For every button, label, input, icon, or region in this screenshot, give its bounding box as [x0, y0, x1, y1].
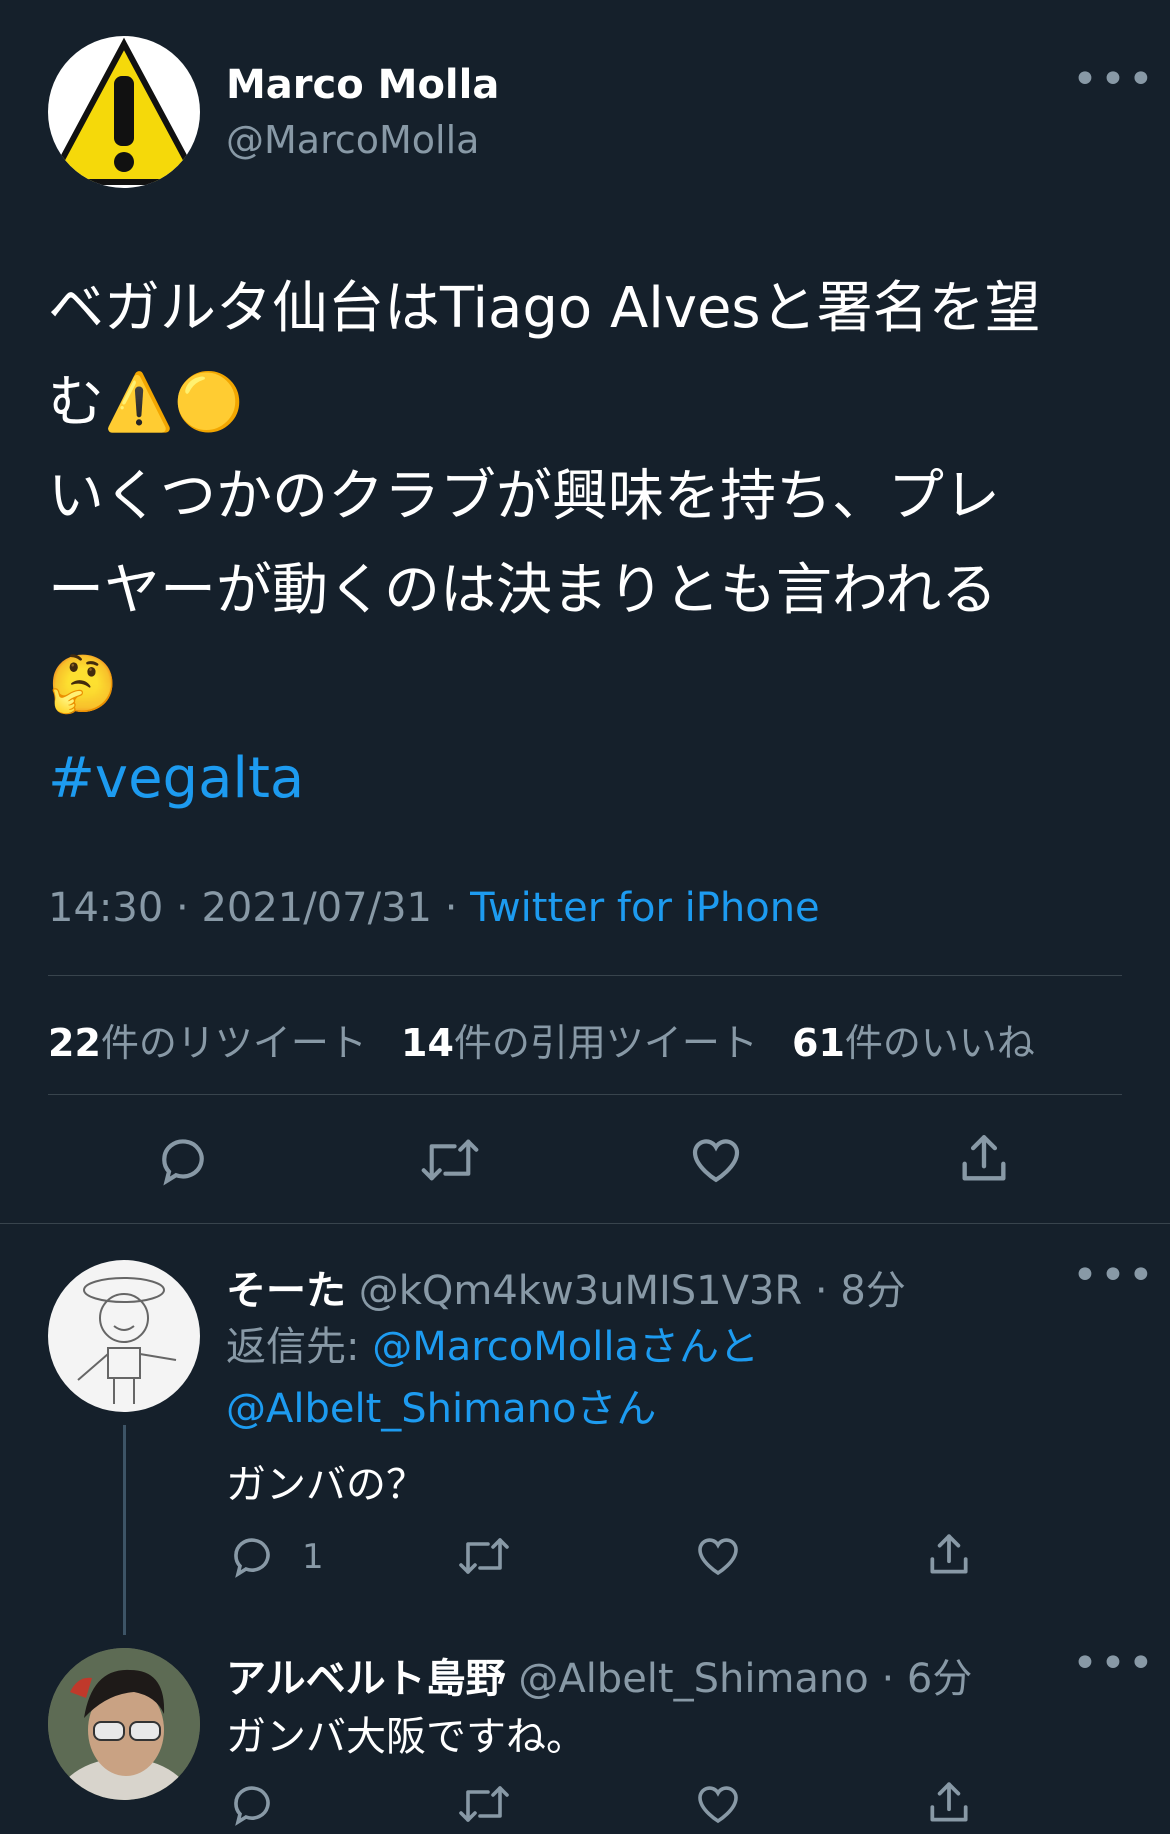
- divider: [48, 975, 1122, 976]
- thread-line: [123, 1425, 126, 1635]
- tweet-time: 14:30: [48, 885, 164, 931]
- author-handle[interactable]: @MarcoMolla: [226, 118, 479, 162]
- likes-stat[interactable]: 61件のいいね: [792, 1021, 1035, 1065]
- retweet-icon[interactable]: [456, 1780, 512, 1828]
- divider: [48, 1094, 1122, 1095]
- reply-icon[interactable]: [155, 1132, 211, 1188]
- reply-author-handle[interactable]: @Albelt_Shimano: [518, 1656, 868, 1702]
- retweet-icon[interactable]: [418, 1132, 482, 1188]
- tweet-source-link[interactable]: Twitter for iPhone: [470, 885, 820, 931]
- reply-header: アルベルト島野 @Albelt_Shimano · 6分: [226, 1646, 972, 1704]
- share-icon[interactable]: [955, 1130, 1013, 1188]
- reply-author-name[interactable]: アルベルト島野: [226, 1656, 506, 1702]
- more-options-icon[interactable]: •••: [1072, 58, 1156, 102]
- tweet-text: ベガルタ仙台はTiago Alvesと署名を望 む⚠️🟡 いくつかのクラブが興味…: [48, 262, 1138, 826]
- tweet-text-line: ーヤーが動くのは決まりとも言われる: [48, 558, 998, 623]
- like-icon[interactable]: [694, 1780, 742, 1828]
- hashtag-link[interactable]: #vegalta: [48, 732, 1138, 826]
- meta-separator: ·: [868, 1656, 907, 1702]
- replying-to: 返信先: @MarcoMollaさんと @Albelt_Shimanoさん: [226, 1316, 759, 1440]
- reply-author-handle[interactable]: @kQm4kw3uMIS1V3R: [359, 1268, 803, 1314]
- tweet-stats: 22件のリツイート 14件の引用ツイート 61件のいいね: [48, 1012, 1035, 1067]
- like-icon[interactable]: [694, 1532, 742, 1580]
- share-icon[interactable]: [924, 1530, 974, 1580]
- reply-text: ガンバの？: [226, 1462, 426, 1508]
- meta-separator: ·: [802, 1268, 841, 1314]
- quotes-count: 14: [401, 1021, 454, 1065]
- likes-count: 61: [792, 1021, 845, 1065]
- meta-separator: ·: [431, 885, 471, 931]
- retweet-icon[interactable]: [456, 1532, 512, 1580]
- tweet-text-line: ベガルタ仙台はTiago Alvesと署名を望: [48, 276, 1041, 341]
- reply-text: ガンバ大阪ですね。: [226, 1714, 586, 1760]
- replying-prefix: 返信先:: [226, 1324, 373, 1370]
- mention-link[interactable]: @Albelt_Shimanoさん: [226, 1378, 759, 1440]
- reply-avatar[interactable]: [48, 1648, 200, 1800]
- retweets-count: 22: [48, 1021, 101, 1065]
- tweet-text-line: 🤔: [48, 652, 118, 717]
- mention-link[interactable]: @MarcoMollaさんと: [372, 1324, 759, 1370]
- meta-separator: ·: [163, 885, 202, 931]
- warning-sign-icon: [48, 37, 200, 185]
- tweet-meta: 14:30 · 2021/07/31 · Twitter for iPhone: [48, 885, 820, 931]
- like-icon[interactable]: [688, 1132, 744, 1188]
- sketch-avatar-icon: [77, 1277, 177, 1404]
- reply-header: そーた @kQm4kw3uMIS1V3R · 8分: [226, 1258, 906, 1316]
- reply-time: 6分: [906, 1656, 973, 1702]
- more-options-icon[interactable]: •••: [1072, 1254, 1156, 1298]
- reply-count: 1: [302, 1537, 324, 1577]
- author-avatar[interactable]: [48, 36, 200, 188]
- quotes-label: 件の引用ツイート: [453, 1021, 758, 1065]
- person-photo-icon: [48, 1648, 200, 1800]
- reply-author-name[interactable]: そーた: [226, 1268, 346, 1314]
- retweets-label: 件のリツイート: [100, 1021, 367, 1065]
- share-icon[interactable]: [924, 1778, 974, 1828]
- section-divider: [0, 1223, 1170, 1224]
- reply-icon[interactable]: [228, 1780, 276, 1828]
- more-options-icon[interactable]: •••: [1072, 1642, 1156, 1686]
- reply-icon[interactable]: [228, 1532, 276, 1580]
- tweet-text-line: む⚠️🟡: [48, 370, 244, 435]
- tweet-date: 2021/07/31: [201, 885, 432, 931]
- author-name[interactable]: Marco Molla: [226, 62, 499, 108]
- reply-time: 8分: [840, 1268, 906, 1314]
- quotes-stat[interactable]: 14件の引用ツイート: [401, 1021, 758, 1065]
- tweet-text-line: いくつかのクラブが興味を持ち、プレ: [48, 464, 1000, 529]
- retweets-stat[interactable]: 22件のリツイート: [48, 1021, 367, 1065]
- reply-avatar[interactable]: [48, 1260, 200, 1412]
- likes-label: 件のいいね: [844, 1021, 1035, 1065]
